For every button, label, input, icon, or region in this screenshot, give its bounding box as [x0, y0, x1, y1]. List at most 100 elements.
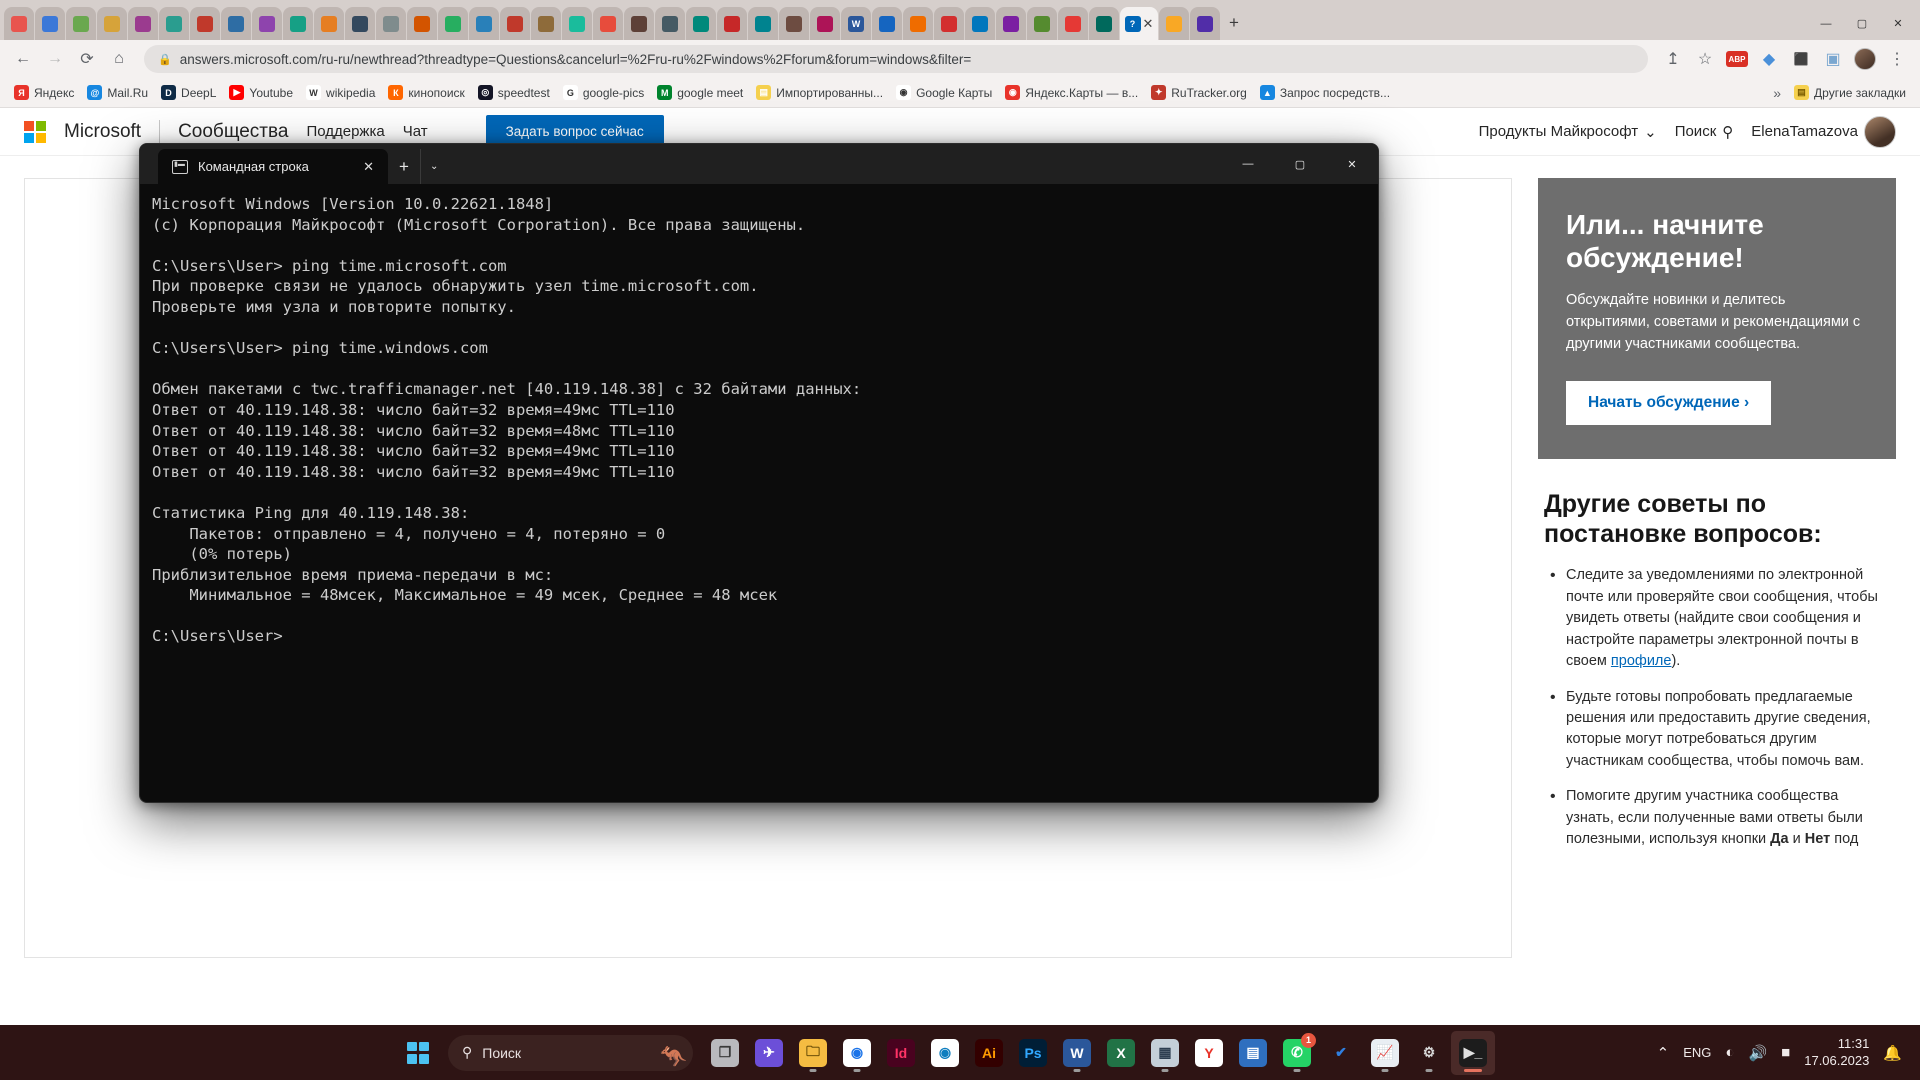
bookmark-item[interactable]: Mgoogle meet [651, 82, 749, 103]
browser-tab[interactable] [903, 7, 933, 40]
browser-tab[interactable] [221, 7, 251, 40]
browser-tab[interactable] [1058, 7, 1088, 40]
site-search[interactable]: Поиск ⚲ [1675, 123, 1734, 141]
browser-tab[interactable]: ? ✕ [1120, 7, 1158, 40]
taskbar-app-task-manager[interactable]: 📈 [1363, 1031, 1407, 1075]
browser-tab[interactable] [407, 7, 437, 40]
taskbar-app-telegram[interactable]: ✈ [747, 1031, 791, 1075]
browser-tab[interactable] [4, 7, 34, 40]
bookmark-item[interactable]: ◎ speedtest [472, 82, 556, 103]
close-window-button[interactable]: ✕ [1880, 8, 1916, 40]
browser-tab[interactable] [283, 7, 313, 40]
taskbar-search[interactable]: ⚲ Поиск 🦘 [448, 1034, 693, 1071]
bookmark-item[interactable]: D DeepL [155, 82, 222, 103]
start-discussion-button[interactable]: Начать обсуждение › [1566, 381, 1772, 426]
browser-menu-icon[interactable]: ⋮ [1882, 44, 1912, 74]
browser-tab[interactable] [779, 7, 809, 40]
browser-tab[interactable] [934, 7, 964, 40]
products-menu[interactable]: Продукты Майкрософт ⌄ [1479, 123, 1657, 141]
browser-tab[interactable] [128, 7, 158, 40]
bookmark-item[interactable]: ▲ Запрос посредств... [1254, 82, 1396, 103]
cmd-minimize-button[interactable]: — [1222, 144, 1274, 184]
nav-chat[interactable]: Чат [403, 123, 428, 140]
bookmarks-overflow-button[interactable]: » [1767, 85, 1787, 101]
browser-tab[interactable] [717, 7, 747, 40]
taskbar-app-file-explorer[interactable]: 🗀 [791, 1031, 835, 1075]
browser-tab[interactable] [438, 7, 468, 40]
taskbar-app-notepad[interactable]: ▤ [1231, 1031, 1275, 1075]
browser-tab[interactable] [314, 7, 344, 40]
browser-tab[interactable] [159, 7, 189, 40]
maximize-button[interactable]: ▢ [1844, 8, 1880, 40]
taskbar-app-command-prompt[interactable]: ▶_ [1451, 1030, 1495, 1075]
taskbar-app-excel[interactable]: X [1099, 1031, 1143, 1075]
notification-bell-icon[interactable]: 🔔 [1883, 1044, 1902, 1062]
start-button[interactable] [398, 1033, 438, 1073]
taskbar-app-task-view[interactable]: ❐ [703, 1031, 747, 1075]
minimize-button[interactable]: — [1808, 8, 1844, 40]
cmd-output[interactable]: Microsoft Windows [Version 10.0.22621.18… [140, 184, 1378, 802]
browser-tab[interactable] [965, 7, 995, 40]
cmd-maximize-button[interactable]: ▢ [1274, 144, 1326, 184]
new-tab-button[interactable]: + [1221, 9, 1247, 37]
bookmark-item[interactable]: ◉ Яндекс.Карты — в... [999, 82, 1144, 103]
browser-tab[interactable] [748, 7, 778, 40]
bookmark-item[interactable]: Ggoogle-pics [557, 82, 650, 103]
browser-tab[interactable] [624, 7, 654, 40]
bookmark-item[interactable]: ✦ RuTracker.org [1145, 82, 1253, 103]
share-icon[interactable]: ↥ [1658, 44, 1688, 74]
extension-2-icon[interactable]: ⬛ [1786, 44, 1816, 74]
browser-tab[interactable] [66, 7, 96, 40]
browser-tab[interactable] [345, 7, 375, 40]
taskbar-app-word[interactable]: W [1055, 1031, 1099, 1075]
bookmark-star-icon[interactable]: ☆ [1690, 44, 1720, 74]
extension-3-icon[interactable]: ▣ [1818, 44, 1848, 74]
browser-tab[interactable] [500, 7, 530, 40]
taskbar-app-whatsapp[interactable]: ✆ 1 [1275, 1031, 1319, 1075]
bookmark-item[interactable]: ▤ Импортированны... [750, 82, 889, 103]
browser-tab[interactable] [810, 7, 840, 40]
taskbar-app-photoshop[interactable]: Ps [1011, 1031, 1055, 1075]
browser-tab[interactable]: W [841, 7, 871, 40]
bookmark-item[interactable]: Ккинопоиск [382, 82, 470, 103]
profile-link[interactable]: профиле [1611, 653, 1672, 669]
browser-tab[interactable] [252, 7, 282, 40]
bookmark-item[interactable]: ▶ Youtube [223, 82, 299, 103]
browser-tab[interactable] [531, 7, 561, 40]
browser-tab[interactable] [1190, 7, 1220, 40]
browser-tab[interactable] [872, 7, 902, 40]
browser-tab[interactable] [35, 7, 65, 40]
cmd-new-tab-button[interactable]: + [388, 149, 420, 184]
browser-tab[interactable] [1159, 7, 1189, 40]
nav-communities[interactable]: Сообщества [178, 121, 288, 143]
browser-tab[interactable] [593, 7, 623, 40]
close-icon[interactable]: ✕ [361, 159, 376, 175]
taskbar-app-indesign[interactable]: Id [879, 1031, 923, 1075]
address-bar[interactable]: 🔒 answers.microsoft.com/ru-ru/newthread?… [144, 45, 1648, 73]
browser-tab[interactable] [655, 7, 685, 40]
clock[interactable]: 11:31 17.06.2023 [1804, 1036, 1869, 1069]
other-bookmarks-button[interactable]: ▤ Другие закладки [1788, 82, 1912, 103]
taskbar-app-illustrator[interactable]: Ai [967, 1031, 1011, 1075]
taskbar-app-calculator[interactable]: ▦ [1143, 1031, 1187, 1075]
command-prompt-window[interactable]: ▮▬ Командная строка ✕ + ⌄ — ▢ ✕ Microsof… [139, 143, 1379, 803]
nav-support[interactable]: Поддержка [306, 123, 384, 140]
bookmark-item[interactable]: Я Яндекс [8, 82, 80, 103]
taskbar-app-microsoft-edge[interactable]: ◉ [923, 1031, 967, 1075]
taskbar-app-todo[interactable]: ✔ [1319, 1031, 1363, 1075]
home-icon[interactable]: ⌂ [104, 44, 134, 74]
cmd-close-button[interactable]: ✕ [1326, 144, 1378, 184]
taskbar-app-settings[interactable]: ⚙ [1407, 1031, 1451, 1075]
browser-tab[interactable] [1089, 7, 1119, 40]
bookmark-item[interactable]: @ Mail.Ru [81, 82, 154, 103]
wifi-icon[interactable]: ◐ [1725, 1044, 1734, 1061]
adblock-extension-icon[interactable]: ABP [1722, 44, 1752, 74]
account-menu[interactable]: ElenaTamazova [1751, 115, 1896, 148]
browser-tab[interactable] [562, 7, 592, 40]
taskbar-app-google-chrome[interactable]: ◉ [835, 1031, 879, 1075]
bookmark-item[interactable]: Wwikipedia [300, 82, 381, 103]
browser-tab[interactable] [686, 7, 716, 40]
tray-chevron-icon[interactable]: ⌃ [1657, 1044, 1670, 1062]
extension-1-icon[interactable]: ◆ [1754, 44, 1784, 74]
profile-avatar[interactable] [1850, 44, 1880, 74]
